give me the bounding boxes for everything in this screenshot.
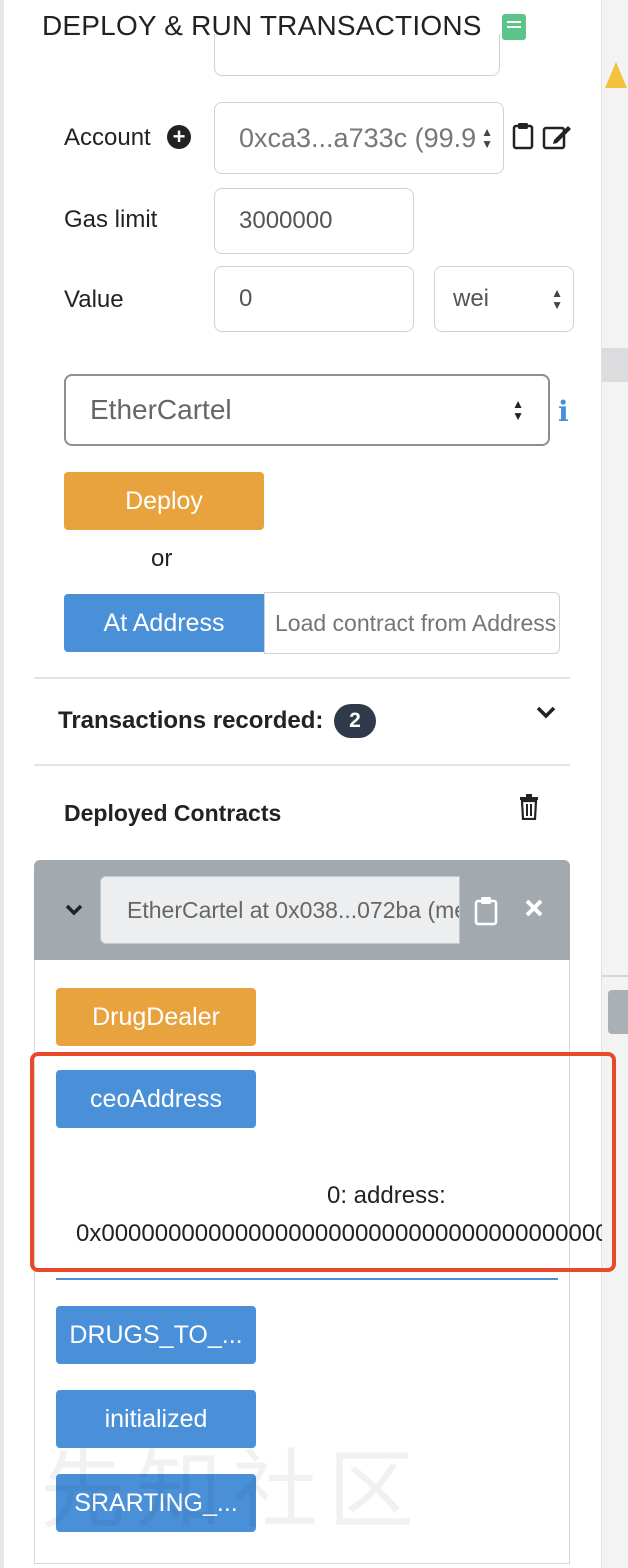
right-terminal-panel — [601, 0, 628, 1568]
highlight-box — [30, 1052, 616, 1272]
select-arrows-icon: ▲ ▼ — [551, 286, 563, 312]
gas-limit-label: Gas limit — [64, 206, 158, 233]
watermark: 先知社区 — [40, 1443, 424, 1539]
unit-select[interactable]: wei ▲ ▼ — [434, 266, 574, 332]
warning-icon — [605, 62, 627, 88]
or-text: or — [151, 545, 173, 572]
trash-icon[interactable] — [518, 794, 542, 822]
contract-selected: EtherCartel — [90, 394, 232, 425]
unit-value: wei — [453, 285, 490, 312]
panel-button[interactable] — [608, 990, 628, 1034]
result-separator — [56, 1278, 558, 1280]
section-divider — [34, 764, 570, 766]
load-address-input[interactable] — [264, 592, 560, 654]
contract-select[interactable]: EtherCartel ▲ ▼ — [64, 374, 550, 446]
edit-icon[interactable] — [542, 122, 572, 152]
panel-divider — [602, 975, 628, 977]
clipboard-icon[interactable] — [510, 122, 536, 152]
value-label: Value — [64, 286, 124, 313]
section-divider — [34, 677, 570, 679]
gas-limit-input[interactable]: 3000000 — [214, 188, 414, 254]
transactions-count-badge: 2 — [334, 704, 376, 738]
clipboard-icon[interactable] — [474, 896, 500, 926]
environment-select[interactable] — [214, 34, 500, 76]
at-address-button[interactable]: At Address — [64, 594, 264, 652]
chevron-down-icon[interactable] — [534, 700, 558, 724]
transactions-label: Transactions recorded: — [58, 707, 324, 734]
function-button-drugs-to[interactable]: DRUGS_TO_... — [56, 1306, 256, 1364]
instance-header: EtherCartel at 0x038...072ba (memory) — [34, 860, 570, 960]
function-button-drugdealer[interactable]: DrugDealer — [56, 988, 256, 1046]
select-arrows-icon: ▲ ▼ — [512, 397, 524, 423]
deployed-contracts-label: Deployed Contracts — [64, 800, 282, 826]
value-input[interactable]: 0 — [214, 266, 414, 332]
account-select[interactable]: 0xca3...a733c (99.9 ▲ ▼ — [214, 102, 504, 174]
panel-scroll-thumb[interactable] — [602, 348, 628, 382]
plus-circle-icon[interactable]: + — [167, 125, 191, 149]
select-arrows-icon: ▲ ▼ — [481, 125, 493, 151]
left-edge-strip — [0, 0, 4, 1568]
account-label: Account — [64, 124, 151, 151]
account-value: 0xca3...a733c (99.9 — [239, 122, 477, 153]
deploy-button[interactable]: Deploy — [64, 472, 264, 530]
instance-address: EtherCartel at 0x038...072ba (memory) — [100, 876, 460, 944]
book-icon[interactable] — [502, 14, 526, 40]
close-icon[interactable] — [524, 898, 548, 922]
info-icon[interactable]: i — [558, 398, 572, 426]
chevron-down-icon[interactable] — [62, 898, 86, 922]
